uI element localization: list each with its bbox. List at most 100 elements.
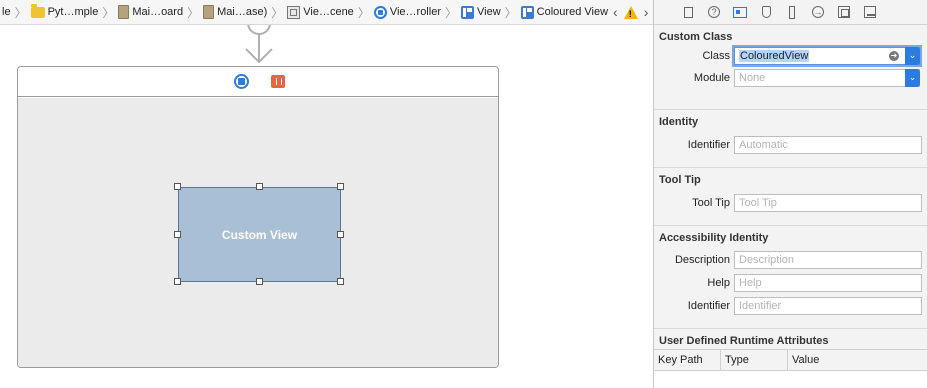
resize-handle[interactable] (337, 278, 344, 285)
module-label: Module (693, 72, 730, 84)
attributes-icon (761, 6, 771, 18)
tab-identity-inspector[interactable] (730, 3, 750, 21)
resize-handle[interactable] (256, 278, 263, 285)
view-controller-scene[interactable]: Custom View (17, 66, 499, 368)
resize-handle[interactable] (337, 183, 344, 190)
resize-handle[interactable] (174, 278, 181, 285)
initial-controller-arrow-icon (245, 25, 273, 64)
tool-tip-section: Tool Tip Tool Tip Tool Tip (654, 168, 927, 226)
breadcrumb-scene[interactable]: Vie…cene (285, 0, 356, 24)
accessibility-identifier-field[interactable]: Identifier (734, 297, 922, 315)
class-combobox[interactable]: ColouredView ➔ ⌄ (734, 47, 920, 65)
breadcrumb-label: le (2, 6, 11, 18)
tab-quick-help[interactable]: ? (704, 3, 724, 21)
tool-tip-label: Tool Tip (692, 197, 730, 209)
identity-card-icon (733, 6, 747, 18)
chevron-right-icon: 〉 (444, 5, 457, 20)
tab-view-effects-inspector[interactable] (860, 3, 880, 21)
tab-attributes-inspector[interactable] (756, 3, 776, 21)
storyboard-canvas[interactable]: Custom View (0, 25, 653, 388)
help-field[interactable]: Help (734, 274, 922, 292)
description-label: Description (674, 254, 730, 266)
description-placeholder: Description (739, 254, 795, 266)
breadcrumb-coloured-view[interactable]: Coloured View (519, 0, 610, 24)
view-controller-icon (373, 5, 387, 19)
chevron-right-icon: 〉 (504, 5, 517, 20)
chevron-right-icon: 〉 (357, 5, 370, 20)
breadcrumb-label: Coloured View (536, 6, 609, 18)
first-responder-icon[interactable] (271, 75, 285, 88)
breadcrumb-group[interactable]: Pyt…mple (29, 0, 101, 24)
identity-inspector: ? → Custom Class Class ColouredView ➔ ⌄ … (653, 0, 927, 388)
tab-connections-inspector[interactable]: → (808, 3, 828, 21)
breadcrumb-label: Vie…roller (389, 6, 441, 18)
breadcrumb-view-controller[interactable]: Vie…roller (372, 0, 443, 24)
jump-bar: le 〉 Pyt…mple 〉 Mai…oard 〉 Mai…ase) 〉 Vi… (0, 0, 653, 25)
view-controller-icon[interactable] (234, 74, 249, 89)
resize-handle[interactable] (174, 231, 181, 238)
breadcrumb-view[interactable]: View (459, 0, 503, 24)
breadcrumb-label: Pyt…mple (47, 6, 99, 18)
chevron-right-nav-icon[interactable]: › (641, 4, 652, 20)
chevron-left-icon[interactable]: ‹ (610, 4, 621, 20)
accessibility-identifier-label: Identifier (687, 300, 730, 312)
tool-tip-placeholder: Tool Tip (739, 197, 777, 209)
chevron-down-icon[interactable]: ⌄ (905, 47, 920, 65)
file-icon (683, 6, 693, 18)
tool-tip-field[interactable]: Tool Tip (734, 194, 922, 212)
column-key-path[interactable]: Key Path (654, 349, 721, 371)
resize-handle[interactable] (256, 183, 263, 190)
identifier-field[interactable]: Automatic (734, 136, 922, 154)
breadcrumb-storyboard[interactable]: Mai…oard (116, 0, 185, 24)
tab-size-inspector[interactable] (782, 3, 802, 21)
udra-section: User Defined Runtime Attributes Key Path… (654, 329, 927, 388)
help-label: Help (707, 277, 730, 289)
resize-handle[interactable] (174, 183, 181, 190)
root-view[interactable]: Custom View (18, 98, 498, 367)
chevron-right-icon: 〉 (271, 5, 284, 20)
breadcrumb-label: Vie…cene (303, 6, 354, 18)
custom-class-section: Custom Class Class ColouredView ➔ ⌄ Modu… (654, 25, 927, 110)
tool-tip-row: Tool Tip Tool Tip (654, 192, 927, 214)
breadcrumb-label: Mai…oard (132, 6, 184, 18)
chevron-right-icon: 〉 (187, 5, 200, 20)
identifier-row: Identifier Automatic (654, 134, 927, 156)
udra-table-header: Key Path Type Value (654, 349, 927, 371)
bindings-icon (838, 6, 850, 18)
class-row: Class ColouredView ➔ ⌄ (654, 45, 927, 67)
breadcrumb-label: Mai…ase) (217, 6, 268, 18)
module-row: Module None ⌄ (654, 67, 927, 89)
accessibility-section: Accessibility Identity Description Descr… (654, 226, 927, 329)
identity-section: Identity Identifier Automatic (654, 110, 927, 168)
warning-icon[interactable]: ! (623, 5, 638, 19)
go-to-arrow-icon[interactable]: ➔ (889, 51, 899, 61)
udra-table-body[interactable] (654, 371, 927, 388)
section-title: Accessibility Identity (659, 232, 769, 244)
storyboard-file-icon (118, 5, 130, 19)
custom-view[interactable]: Custom View (178, 187, 341, 282)
breadcrumb-label: View (477, 6, 501, 18)
view-icon (461, 5, 474, 19)
breadcrumb-project[interactable]: le (0, 0, 13, 24)
arrow-circle-icon: → (812, 6, 824, 18)
column-type[interactable]: Type (721, 349, 788, 371)
module-combobox[interactable]: None ⌄ (734, 69, 920, 87)
module-placeholder: None (739, 72, 766, 84)
view-effects-icon (864, 6, 876, 18)
scene-dock (18, 67, 498, 97)
tab-bindings-inspector[interactable] (834, 3, 854, 21)
section-title: User Defined Runtime Attributes (654, 329, 927, 350)
breadcrumb-storyboard-base[interactable]: Mai…ase) (201, 0, 269, 24)
storyboard-file-icon (203, 5, 215, 19)
identifier-placeholder: Automatic (739, 139, 788, 151)
section-title: Identity (659, 116, 699, 128)
scene-icon (287, 5, 301, 19)
chevron-down-icon[interactable]: ⌄ (905, 69, 920, 87)
tab-file-inspector[interactable] (678, 3, 698, 21)
ruler-icon (789, 5, 795, 19)
inspector-tabs: ? → (654, 0, 927, 25)
description-field[interactable]: Description (734, 251, 922, 269)
column-value[interactable]: Value (788, 350, 927, 371)
resize-handle[interactable] (337, 231, 344, 238)
accessibility-identifier-placeholder: Identifier (739, 300, 782, 312)
